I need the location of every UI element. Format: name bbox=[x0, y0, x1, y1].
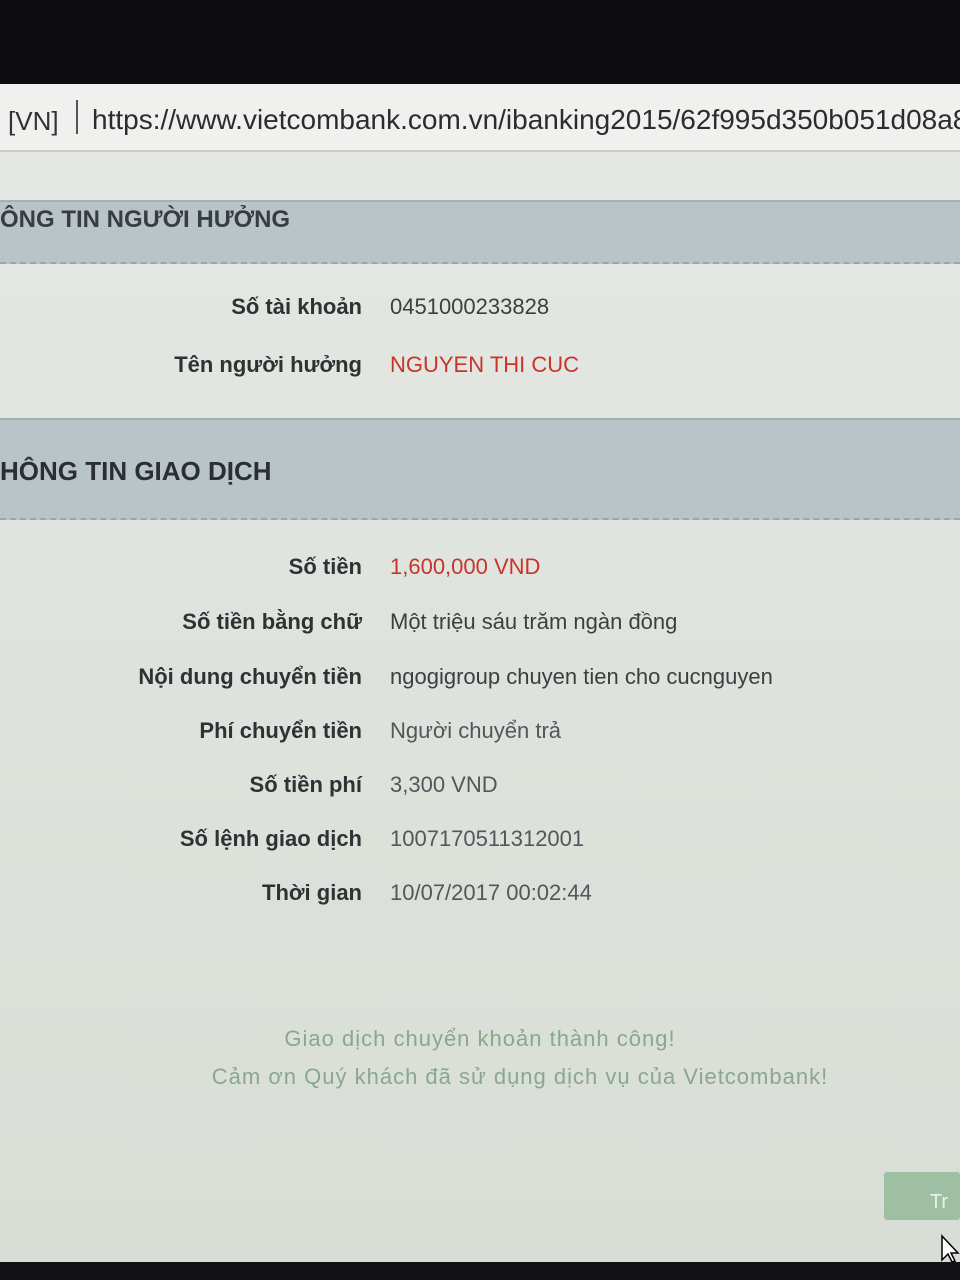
fee-amount-value: 3,300 VND bbox=[390, 772, 498, 797]
row-transfer-content: Nội dung chuyển tiền ngogigroup chuyen t… bbox=[0, 664, 960, 704]
beneficiary-name-label: Tên người hưởng bbox=[174, 352, 362, 377]
beneficiary-name-value: NGUYEN THI CUC bbox=[390, 352, 580, 377]
row-amount-in-words: Số tiền bằng chữ Một triệu sáu trăm ngàn… bbox=[0, 609, 960, 649]
time-value: 10/07/2017 00:02:44 bbox=[390, 880, 592, 905]
language-indicator: [VN] bbox=[8, 106, 59, 136]
url-text[interactable]: https://www.vietcombank.com.vn/ibanking2… bbox=[92, 104, 960, 136]
transfer-content-value: ngogigroup chuyen tien cho cucnguyen bbox=[390, 664, 773, 689]
transaction-section-header: HÔNG TIN GIAO DỊCH bbox=[0, 418, 960, 520]
transaction-section-title: HÔNG TIN GIAO DỊCH bbox=[0, 456, 272, 486]
amount-in-words-label: Số tiền bằng chữ bbox=[182, 609, 362, 634]
transaction-id-label: Số lệnh giao dịch bbox=[179, 826, 362, 851]
time-label: Thời gian bbox=[262, 880, 362, 905]
transfer-content-label: Nội dung chuyển tiền bbox=[138, 664, 362, 689]
fee-amount-label: Số tiền phí bbox=[249, 772, 362, 797]
row-transfer-fee: Phí chuyển tiền Người chuyển trả bbox=[0, 718, 960, 758]
transfer-fee-label: Phí chuyển tiền bbox=[199, 718, 362, 743]
success-message: Giao dịch chuyển khoản thành công! bbox=[284, 1026, 676, 1051]
row-fee-amount: Số tiền phí 3,300 VND bbox=[0, 772, 960, 812]
amount-value: 1,600,000 VND bbox=[390, 554, 541, 579]
monitor-bezel bbox=[0, 1262, 960, 1280]
address-separator bbox=[76, 100, 78, 134]
address-bar[interactable]: [VN] https://www.vietcombank.com.vn/iban… bbox=[0, 84, 960, 152]
screen: [VN] https://www.vietcombank.com.vn/iban… bbox=[0, 84, 960, 1264]
account-number-label: Số tài khoản bbox=[231, 294, 362, 319]
beneficiary-section-header: ÔNG TIN NGƯỜI HƯỞNG bbox=[0, 200, 960, 264]
row-amount: Số tiền 1,600,000 VND bbox=[0, 554, 960, 594]
row-time: Thời gian 10/07/2017 00:02:44 bbox=[0, 880, 960, 920]
row-transaction-id: Số lệnh giao dịch 1007170511312001 bbox=[0, 826, 960, 866]
amount-label: Số tiền bbox=[288, 554, 362, 579]
beneficiary-section-title: ÔNG TIN NGƯỜI HƯỞNG bbox=[0, 206, 291, 233]
mouse-cursor-icon bbox=[941, 1234, 960, 1263]
row-beneficiary-name: Tên người hưởng NGUYEN THI CUC bbox=[0, 352, 960, 392]
thank-you-message: Cảm ơn Quý khách đã sử dụng dịch vụ của … bbox=[211, 1064, 829, 1089]
row-account-number: Số tài khoản 0451000233828 bbox=[0, 294, 960, 334]
transaction-id-value: 1007170511312001 bbox=[390, 826, 585, 851]
account-number-value: 0451000233828 bbox=[390, 294, 550, 319]
next-button[interactable]: Tr bbox=[884, 1172, 960, 1220]
transfer-fee-value: Người chuyển trả bbox=[390, 718, 562, 743]
amount-in-words-value: Một triệu sáu trăm ngàn đồng bbox=[390, 609, 678, 634]
